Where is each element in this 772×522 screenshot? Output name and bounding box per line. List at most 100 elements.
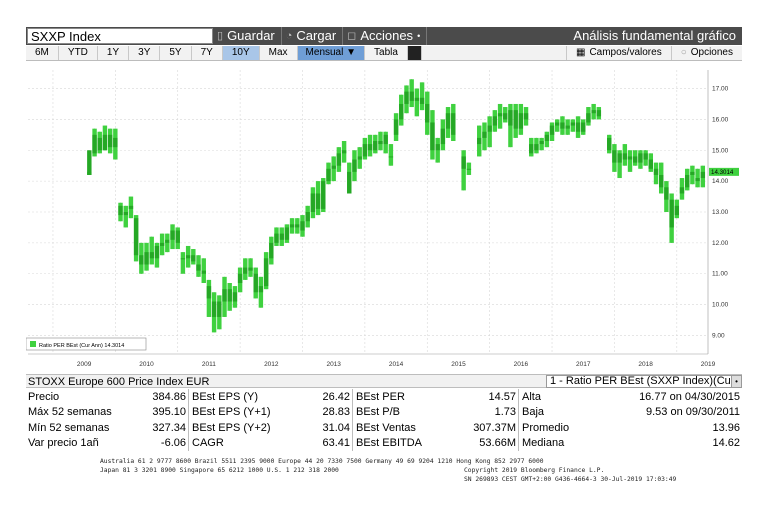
field-selector-value: 1 - Ratio PER BEst (SXXP Index)(Cu [550,375,731,387]
stat-row: BEst P/B 1.73 [354,405,518,421]
stats-column-price: Precio 384.86 Máx 52 semanas 395.10 Mín 52… [26,389,189,451]
stat-row: BEst Ventas 307.37M [354,420,518,436]
stat-value: 26.42 [322,390,350,403]
bar-body [263,258,269,287]
stat-value: 327.34 [152,421,186,434]
bar-body [570,122,576,126]
bar-body [612,150,617,163]
bar-body [638,153,643,163]
stat-label: Promedio [522,421,570,434]
stat-label: Máx 52 semanas [28,406,112,419]
bar-range [414,88,420,117]
stat-label: Mediana [522,437,565,450]
bar-body [196,264,201,271]
bar-range [388,144,394,166]
last-value-marker: 14.3014 [709,167,739,176]
bar-range [149,236,154,265]
bar-body [419,97,425,104]
bar-body [679,187,685,194]
bar-body [523,113,529,120]
stat-label: BEst EPS (Y+1) [192,406,271,419]
bar-body [586,113,591,123]
stat-label: BEst PER [356,390,405,403]
bar-body [243,267,248,274]
bar-range [180,252,186,274]
stat-value: -6.06 [160,437,186,450]
bar-body [534,144,539,151]
last-value-label: 14.3014 [711,169,734,176]
fields-button[interactable]: ▦ Campos/valores [567,46,672,60]
field-selector-dropdown[interactable]: 1 - Ratio PER BEst (SXXP Index)(Cu • [546,375,742,388]
stat-value: 1.73 [494,406,516,419]
stat-label: Precio [28,390,60,403]
x-tick-label: 2018 [638,361,653,368]
stat-row: Precio 384.86 [26,389,188,405]
y-tick-label: 14.00 [712,178,729,185]
stat-value: 395.10 [152,406,186,419]
bar-range [123,205,128,228]
options-button-label: Opciones [690,47,733,58]
bar-body [591,110,596,114]
stat-row: Baja 9.53 on 09/30/2011 [520,405,742,421]
bar-range [461,150,466,191]
color-swatch-button[interactable] [407,46,422,60]
bar-body [201,270,206,274]
bar-body [133,218,139,256]
load-button[interactable]: ◔ Cargar [282,27,344,45]
range-5y[interactable]: 5Y [160,46,192,60]
bar-body [118,205,123,216]
save-button[interactable]: ▯ Guardar [213,27,282,45]
range-3y[interactable]: 3Y [129,46,161,60]
footer: Australia 61 2 9777 8600 Brazil 5511 239… [26,458,742,490]
x-tick-label: 2016 [514,361,529,368]
bar-body [529,144,534,154]
stat-value: 14.62 [712,437,740,450]
options-button[interactable]: ○ Opciones [672,46,742,60]
bar-body [539,141,544,145]
bar-body [383,134,388,145]
per-chart-svg: 9.00 10.00 11.00 12.00 13.00 14.00 15.00 16.00 1… [26,62,742,372]
actions-button[interactable]: ◻ Acciones • [343,27,428,45]
stat-value: 63.41 [322,437,350,450]
range-10y[interactable]: 10Y [222,46,260,60]
x-tick-label: 2010 [139,361,154,368]
bar-body [497,113,503,117]
bar-body [305,212,310,222]
frequency-dropdown[interactable]: Mensual ▼ [297,46,366,60]
bar-body [607,137,612,151]
security-name: STOXX Europe 600 Price Index EUR [28,376,210,388]
x-tick-label: 2013 [326,361,341,368]
x-tick-label: 2009 [77,361,92,368]
range-7y[interactable]: 7Y [192,46,223,60]
ticker-input[interactable]: SXXP Index [27,28,213,44]
stats-column-valuation: BEst PER 14.57 BEst P/B 1.73 BEst Ventas 30… [354,389,519,451]
bar-body [414,97,420,101]
range-ytd[interactable]: YTD [59,46,98,60]
bar-body [425,103,430,123]
bar-body [669,199,674,228]
range-6m[interactable]: 6M [26,46,59,60]
bar-body [664,187,669,200]
table-button[interactable]: Tabla [365,46,408,60]
page-title: Análisis fundamental gráfico [573,28,736,43]
bar-body [300,221,305,231]
stat-row: Var precio 1añ -6.06 [26,436,188,452]
bar-body [627,156,633,160]
bar-body [357,156,362,160]
bar-body [279,233,284,240]
stat-row: Promedio 13.96 [520,420,742,436]
stat-row: Alta 16.77 on 04/30/2015 [520,389,742,405]
stats-panel: Precio 384.86 Máx 52 semanas 395.10 Mín 52… [26,389,742,451]
bar-body [388,156,394,158]
bar-body [477,137,482,145]
bar-body [123,212,128,216]
y-tick-label: 13.00 [712,209,729,216]
bar-body [466,168,472,170]
actions-button-label: Acciones [360,28,414,43]
bar-body [87,150,92,175]
bar-body [107,134,113,148]
chart-legend: Ratio PER BEst (Cur Ann) 14.3014 [26,337,147,351]
bar-body [113,137,118,148]
range-max[interactable]: Max [260,46,298,60]
range-1y[interactable]: 1Y [98,46,130,60]
